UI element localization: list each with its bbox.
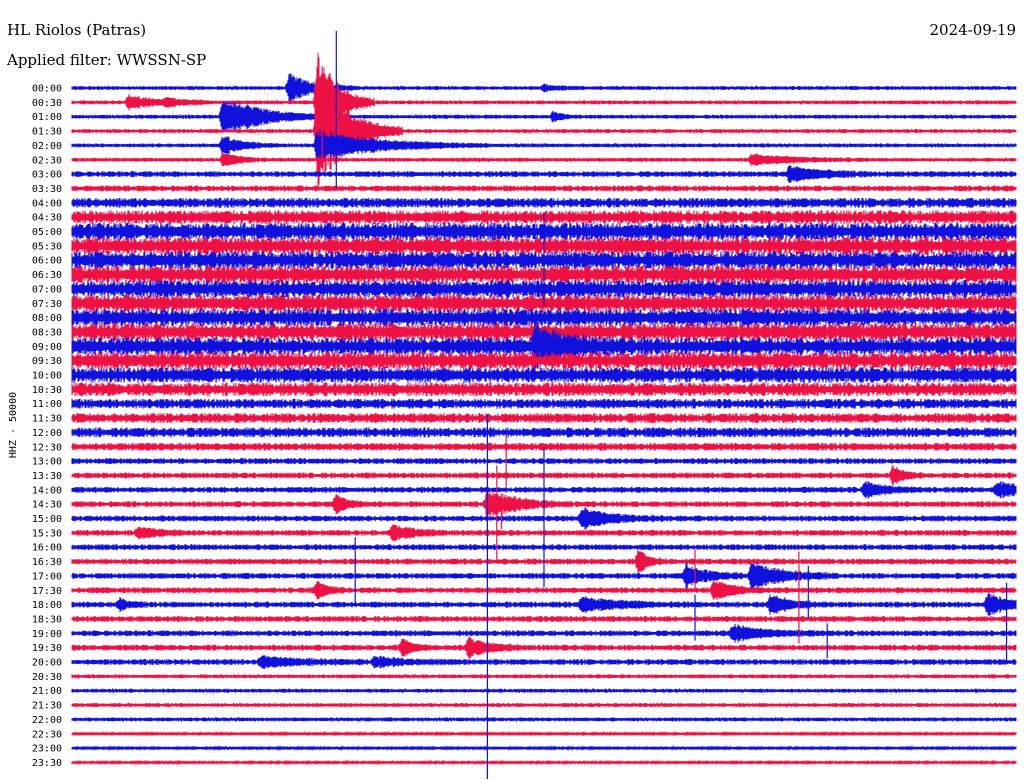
time-label: 00:30 [32, 98, 62, 109]
channel-label: HHZ - 50000 [8, 392, 19, 458]
time-label: 03:30 [32, 184, 62, 195]
time-label: 23:30 [32, 758, 62, 769]
time-label: 13:00 [32, 457, 62, 468]
time-label: 00:00 [32, 84, 62, 95]
time-label: 17:00 [32, 571, 62, 582]
time-label: 10:30 [32, 385, 62, 396]
time-label: 22:00 [32, 715, 62, 726]
time-label: 04:00 [32, 198, 62, 209]
trace-layer [71, 31, 1017, 779]
time-label: 01:00 [32, 112, 62, 123]
time-label: 10:00 [32, 371, 62, 382]
time-label-column: 00:00 00:30 01:00 01:30 02:00 02:30 03:00 03:30… [32, 84, 62, 769]
time-label: 19:30 [32, 643, 62, 654]
time-label: 14:30 [32, 500, 62, 511]
time-label: 05:30 [32, 241, 62, 252]
time-label: 06:30 [32, 270, 62, 281]
time-label: 16:30 [32, 557, 62, 568]
time-label: 08:30 [32, 327, 62, 338]
time-label: 11:30 [32, 414, 62, 425]
time-label: 12:00 [32, 428, 62, 439]
time-label: 03:00 [32, 170, 62, 181]
time-label: 18:00 [32, 600, 62, 611]
time-label: 21:00 [32, 686, 62, 697]
time-label: 08:00 [32, 313, 62, 324]
time-label: 02:30 [32, 155, 62, 166]
time-label: 04:30 [32, 213, 62, 224]
time-label: 20:30 [32, 672, 62, 683]
time-label: 12:30 [32, 442, 62, 453]
time-label: 09:30 [32, 356, 62, 367]
time-label: 13:30 [32, 471, 62, 482]
time-label: 21:30 [32, 701, 62, 712]
time-label: 05:00 [32, 227, 62, 238]
time-label: 02:00 [32, 141, 62, 152]
time-label: 18:30 [32, 614, 62, 625]
time-label: 01:30 [32, 127, 62, 138]
time-label: 15:30 [32, 528, 62, 539]
time-label: 15:00 [32, 514, 62, 525]
time-label: 09:00 [32, 342, 62, 353]
time-label: 06:00 [32, 256, 62, 267]
time-label: 07:30 [32, 299, 62, 310]
time-label: 17:30 [32, 586, 62, 597]
time-label: 11:00 [32, 399, 62, 410]
time-label: 23:00 [32, 744, 62, 755]
time-label: 14:00 [32, 485, 62, 496]
time-label: 20:00 [32, 658, 62, 669]
time-label: 19:00 [32, 629, 62, 640]
time-label: 22:30 [32, 729, 62, 740]
helicorder-plot: 00:00 00:30 01:00 01:30 02:00 02:30 03:00 03:30… [8, 31, 1017, 779]
time-label: 16:00 [32, 543, 62, 554]
time-label: 07:00 [32, 284, 62, 295]
